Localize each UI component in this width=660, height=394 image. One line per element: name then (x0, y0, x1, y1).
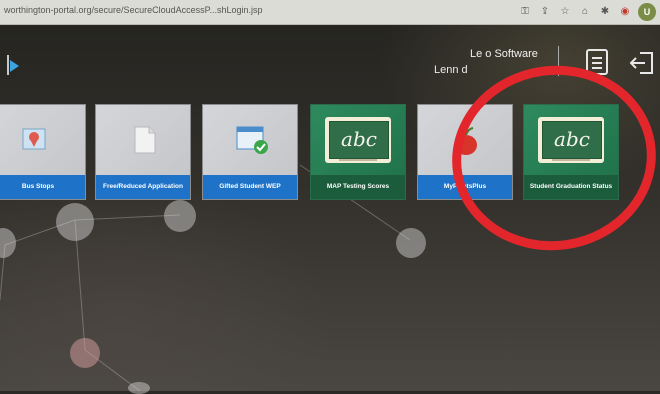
header-subtitle: Lenn d (434, 64, 468, 76)
extension-red-icon[interactable]: ◉ (618, 3, 632, 21)
menu-icon-line (592, 57, 602, 59)
app-tile-map-testing-scores[interactable]: abc MAP Testing Scores (310, 104, 406, 200)
decor-bubble (396, 228, 426, 258)
decor-bubble (56, 203, 94, 241)
chalkboard-text: abc (329, 121, 389, 159)
logout-icon[interactable] (628, 50, 656, 76)
tile-label: Bus Stops (0, 175, 85, 199)
chalk-tray (339, 159, 377, 161)
checked-window-icon (236, 126, 268, 154)
decor-bubble (164, 200, 196, 232)
share-icon[interactable]: ⇪ (538, 3, 552, 21)
decor-bubble (128, 382, 150, 394)
header-title: Le o Software (470, 48, 538, 60)
tile-icon-area (203, 105, 297, 177)
menu-icon-line (592, 62, 602, 64)
chalkboard-icon: abc (325, 117, 391, 163)
decor-bubble (70, 338, 100, 368)
url-field[interactable]: worthington-portal.org/secure/SecureClou… (4, 5, 474, 15)
app-tile-bus-stops[interactable]: Bus Stops (0, 104, 86, 200)
key-icon[interactable]: ⚿ (518, 3, 532, 21)
app-tile-gifted-student-wep[interactable]: Gifted Student WEP (202, 104, 298, 200)
app-tile-free-reduced-application[interactable]: Free/Reduced Application (95, 104, 191, 200)
puzzle-icon[interactable]: ✱ (598, 3, 612, 21)
tile-label: Gifted Student WEP (203, 175, 297, 199)
tile-label: Free/Reduced Application (96, 175, 190, 199)
menu-icon-line (592, 67, 602, 69)
tile-icon-area (0, 105, 85, 177)
map-pin-icon (22, 128, 46, 150)
browser-address-bar: worthington-portal.org/secure/SecureClou… (0, 0, 660, 25)
tile-label: MAP Testing Scores (311, 175, 405, 199)
portal-logo-arrow-icon (10, 60, 19, 72)
document-icon (134, 126, 156, 154)
tile-icon-area: abc (311, 105, 405, 177)
tile-icon-area (96, 105, 190, 177)
browser-toolbar-icons: ⚿ ⇪ ☆ ⌂ ✱ ◉ U (518, 3, 656, 21)
extension-icon[interactable]: ⌂ (578, 3, 592, 21)
star-icon[interactable]: ☆ (558, 3, 572, 21)
portal-logo (0, 55, 9, 75)
profile-avatar[interactable]: U (638, 3, 656, 21)
